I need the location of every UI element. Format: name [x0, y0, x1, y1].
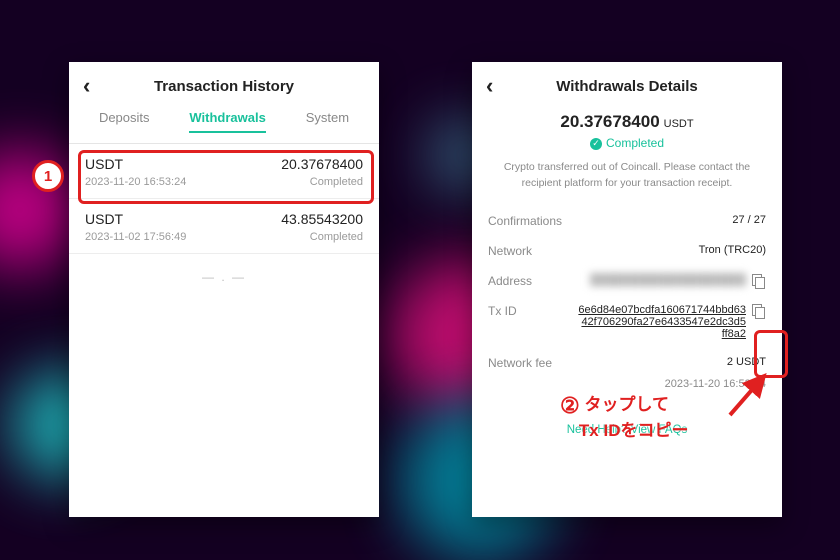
detail-description: Crypto transferred out of Coincall. Plea…	[472, 150, 782, 206]
transaction-list: USDT 2023-11-20 16:53:24 20.37678400 Com…	[69, 144, 379, 284]
tx-symbol: USDT	[85, 211, 186, 227]
detail-amount: 20.37678400USDT	[472, 112, 782, 132]
page-title: Withdrawals Details	[472, 78, 782, 95]
tab-withdrawals[interactable]: Withdrawals	[189, 110, 265, 133]
table-row[interactable]: USDT 2023-11-20 16:53:24 20.37678400 Com…	[69, 144, 379, 199]
withdrawal-details-screen: ‹ Withdrawals Details 20.37678400USDT ✓C…	[472, 62, 782, 517]
back-icon[interactable]: ‹	[83, 73, 90, 99]
copy-icon[interactable]	[752, 304, 766, 318]
row-txid: Tx ID 6e6d84e07bcdfa160671744bbd63 42f70…	[472, 296, 782, 348]
faq-link[interactable]: Need Help? View FAQs	[472, 424, 782, 436]
tab-deposits[interactable]: Deposits	[99, 110, 150, 133]
copy-icon[interactable]	[752, 274, 766, 288]
end-of-list: — . —	[69, 254, 379, 284]
tx-status: Completed	[281, 176, 363, 188]
txid-value[interactable]: 6e6d84e07bcdfa160671744bbd63 42f706290fa…	[578, 304, 746, 340]
row-fee: Network fee 2 USDT	[472, 348, 782, 378]
tx-amount: 43.85543200	[281, 211, 363, 227]
page-title: Transaction History	[69, 78, 379, 95]
table-row[interactable]: USDT 2023-11-02 17:56:49 43.85543200 Com…	[69, 199, 379, 254]
history-tabs: Deposits Withdrawals System	[69, 110, 379, 144]
row-timestamp: 2023-11-20 16:53:24	[472, 378, 782, 398]
tx-timestamp: 2023-11-20 16:53:24	[85, 176, 186, 188]
tx-status: Completed	[281, 231, 363, 243]
row-network: Network Tron (TRC20)	[472, 236, 782, 266]
tab-system[interactable]: System	[306, 110, 349, 133]
check-icon: ✓	[590, 138, 602, 150]
tx-symbol: USDT	[85, 156, 186, 172]
status-badge: ✓Completed	[472, 136, 782, 150]
row-confirmations: Confirmations 27 / 27	[472, 206, 782, 236]
tx-timestamp: 2023-11-02 17:56:49	[85, 231, 186, 243]
tx-amount: 20.37678400	[281, 156, 363, 172]
back-icon[interactable]: ‹	[486, 73, 493, 99]
transaction-history-screen: ‹ Transaction History Deposits Withdrawa…	[69, 62, 379, 517]
row-address: Address ████████████████████	[472, 266, 782, 296]
